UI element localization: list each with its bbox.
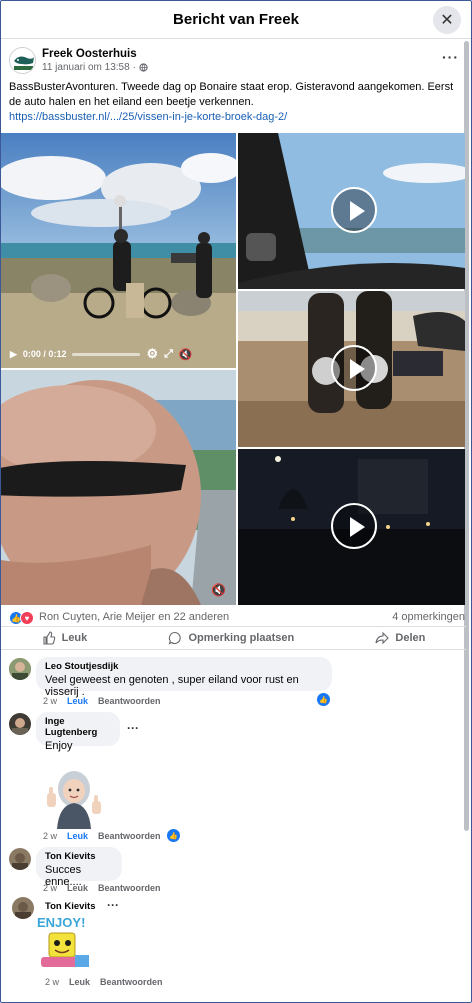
comment-meta: 2 w Leuk Beantwoorden [43, 696, 161, 706]
play-icon[interactable] [331, 503, 377, 549]
page-avatar[interactable] [9, 47, 36, 74]
post-date[interactable]: 11 januari om 13:58 [42, 62, 130, 73]
media-video-selfie[interactable]: 🔇 [1, 370, 236, 605]
media-video-bottles[interactable] [238, 291, 465, 447]
avatar[interactable] [9, 848, 31, 870]
media-video-car[interactable] [238, 133, 465, 289]
share-icon [375, 631, 390, 645]
comment-like-button[interactable]: Leuk [69, 977, 90, 987]
post-author[interactable]: Freek Oosterhuis [42, 48, 137, 60]
globe-icon [139, 63, 148, 72]
mute-icon[interactable]: 🔇 [179, 348, 193, 361]
comment-time[interactable]: 2 w [43, 883, 57, 893]
comment-count[interactable]: 4 opmerkingen [392, 611, 465, 623]
thumbs-up-avatar-sticker [47, 771, 101, 829]
media-video-beach[interactable]: ▶ 0:00 / 0:12 ⚙ ⤢ 🔇 [1, 133, 236, 368]
comment-reply-button[interactable]: Beantwoorden [98, 696, 161, 706]
comment-button[interactable]: Opmerking plaatsen [168, 631, 294, 645]
comment-bubble: Inge Lugtenberg Enjoy [36, 712, 120, 752]
close-icon: ✕ [440, 12, 454, 29]
play-icon[interactable] [331, 187, 377, 233]
avatar-photo [12, 897, 34, 919]
comment-time[interactable]: 2 w [45, 977, 59, 987]
comment-author[interactable]: Leo Stoutjesdijk [45, 661, 323, 672]
avatar[interactable] [12, 897, 34, 919]
sticker-text: ENJOY! [37, 915, 86, 930]
comment-like-button[interactable]: Leuk [67, 696, 88, 706]
share-label: Delen [395, 632, 426, 644]
avatar-photo [9, 658, 31, 680]
comment-bubble: Leo Stoutjesdijk Veel geweest en genoten… [36, 657, 332, 698]
share-button[interactable]: Delen [375, 631, 425, 645]
post-dialog: Bericht van Freek ✕ Freek Oosterhuis 11 … [0, 0, 472, 1003]
comment-reply-button[interactable]: Beantwoorden [98, 883, 161, 893]
media-video-night[interactable] [238, 449, 465, 605]
avatar-photo [9, 848, 31, 870]
close-button[interactable]: ✕ [433, 6, 461, 34]
like-label: Leuk [61, 632, 88, 644]
meta-separator: · [132, 62, 136, 73]
video-progress[interactable] [72, 352, 141, 356]
beach-photo [1, 133, 236, 368]
comment-options-icon[interactable]: ··· [127, 721, 139, 735]
comment-sticker [41, 763, 107, 829]
reaction-names[interactable]: Ron Cuyten, Arie Meijer en 22 anderen [39, 611, 229, 623]
thumbs-up-icon [43, 631, 55, 645]
comment-time[interactable]: 2 w [43, 831, 57, 841]
comment-meta: 2 w Leuk Beantwoorden [43, 831, 161, 841]
avatar-photo [9, 713, 31, 735]
fullscreen-icon[interactable]: ⤢ [164, 348, 173, 361]
post-meta: 11 januari om 13:58 · [42, 62, 148, 73]
more-options-icon[interactable]: ··· [442, 49, 459, 65]
like-button[interactable]: Leuk [42, 631, 88, 645]
comment-reply-button[interactable]: Beantwoorden [98, 831, 161, 841]
post-text: BassBusterAvonturen. Tweede dag op Bonai… [9, 81, 454, 108]
comment-meta: 2 w Leuk Beantwoorden [43, 883, 161, 893]
avatar[interactable] [9, 658, 31, 680]
comment-text: Enjoy [45, 740, 73, 752]
comment-like-badge-icon[interactable]: 👍 [167, 829, 180, 842]
comment-like-badge-icon[interactable]: 👍 [317, 693, 330, 706]
comment-author[interactable]: Ton Kievits [45, 851, 113, 862]
reaction-icons[interactable]: 👍 ♥ [9, 611, 34, 625]
comment-bubble: Ton Kievits Succes enne.... [36, 847, 122, 888]
reaction-stats: 👍 ♥ Ron Cuyten, Arie Meijer en 22 andere… [9, 610, 465, 626]
comment-icon [169, 631, 182, 645]
mute-icon[interactable]: 🔇 [211, 583, 226, 597]
love-reaction-icon: ♥ [20, 611, 34, 625]
comment-like-button[interactable]: Leuk [67, 831, 88, 841]
post-link[interactable]: https://bassbuster.nl/.../25/vissen-in-j… [9, 111, 287, 123]
comment-time[interactable]: 2 w [43, 696, 57, 706]
settings-icon[interactable]: ⚙ [146, 346, 158, 362]
dialog-header: Bericht van Freek ✕ [1, 1, 471, 39]
post-header: Freek Oosterhuis 11 januari om 13:58 · ·… [9, 47, 459, 77]
comment-sticker: ENJOY! [35, 915, 93, 973]
video-time: 0:00 / 0:12 [22, 349, 67, 359]
comment-label: Opmerking plaatsen [188, 632, 295, 644]
comment-author[interactable]: Inge Lugtenberg [45, 716, 111, 738]
avatar[interactable] [9, 713, 31, 735]
video-controls: ▶ 0:00 / 0:12 ⚙ ⤢ 🔇 [1, 340, 236, 368]
comment-reply-button[interactable]: Beantwoorden [100, 977, 163, 987]
dialog-title: Bericht van Freek [173, 11, 299, 28]
comment-text: Veel geweest en genoten , super eiland v… [45, 674, 299, 698]
bassbuster-logo-icon [10, 48, 35, 73]
comment-author[interactable]: Ton Kievits [45, 901, 96, 912]
comment-meta: 2 w Leuk Beantwoorden [45, 977, 163, 987]
comment-like-button[interactable]: Leuk [67, 883, 88, 893]
selfie-photo [1, 370, 236, 605]
action-bar: Leuk Opmerking plaatsen Delen [1, 626, 466, 650]
play-icon[interactable] [331, 345, 377, 391]
comment-options-icon[interactable]: ··· [107, 898, 119, 912]
play-small-icon[interactable]: ▶ [10, 349, 17, 360]
